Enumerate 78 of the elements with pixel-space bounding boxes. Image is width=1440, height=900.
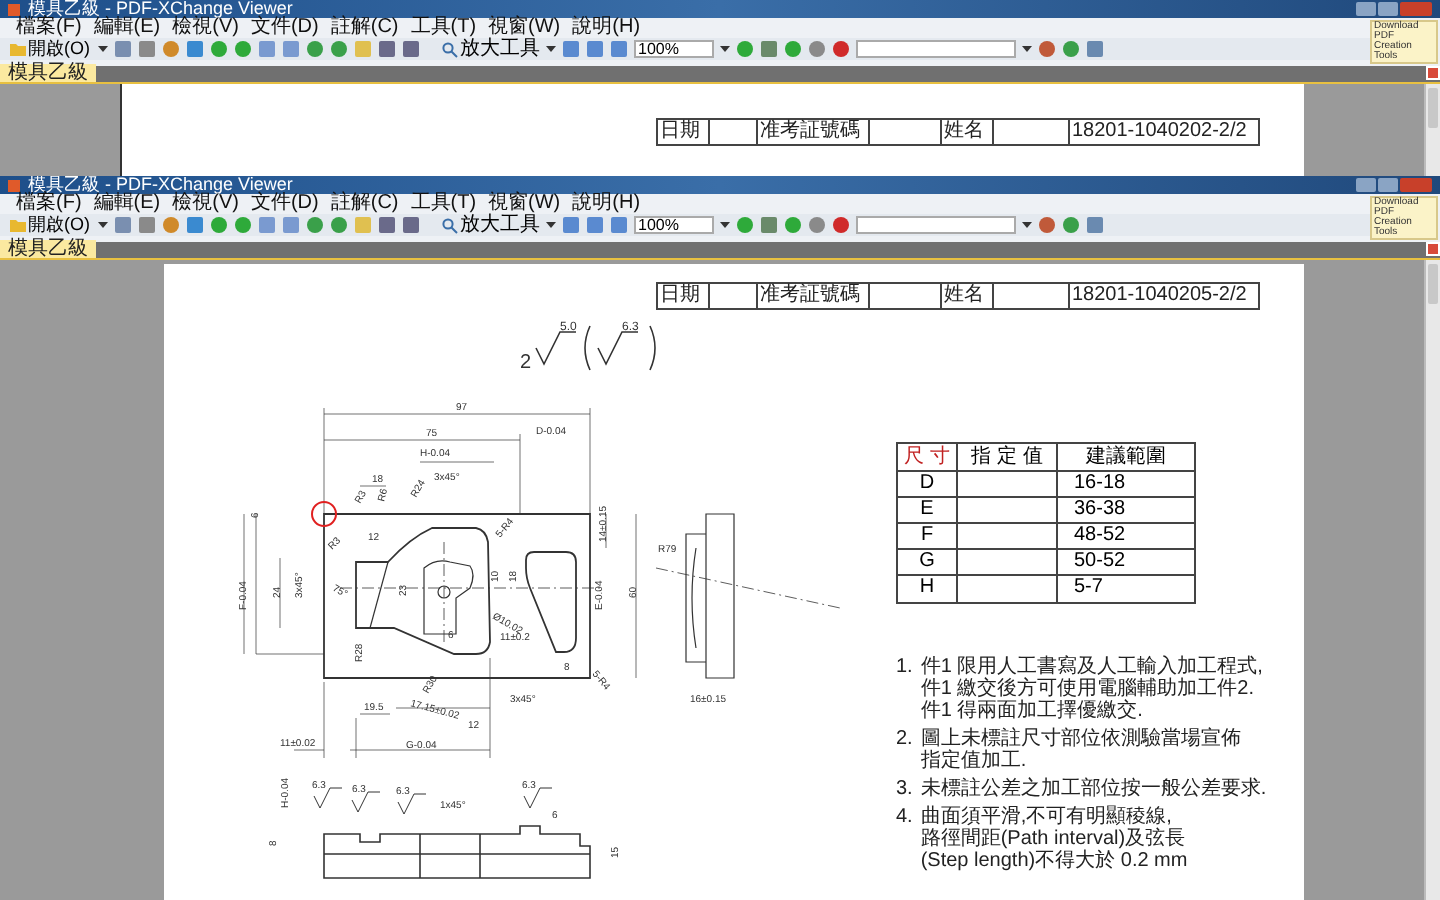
- search-field[interactable]: [856, 40, 1016, 58]
- scroll-thumb[interactable]: [1428, 88, 1438, 128]
- menu-item[interactable]: 說明(H): [572, 18, 641, 38]
- column-header: 指 定 值: [958, 444, 1058, 470]
- caret-icon[interactable]: [720, 222, 730, 228]
- menu-item[interactable]: 文件(D): [250, 194, 319, 214]
- finish-count: 2: [520, 352, 532, 374]
- table-cell: D: [898, 472, 958, 496]
- window-title: 模具乙級 - PDF-XChange Viewer: [28, 0, 293, 18]
- open-button[interactable]: 開啟(O): [8, 39, 92, 59]
- parenthesis-icon: [584, 325, 656, 371]
- close-tab-icon[interactable]: [1426, 66, 1440, 80]
- table-cell: H: [898, 576, 958, 602]
- surface-finish-icon: [597, 331, 639, 366]
- close-tab-icon[interactable]: [1426, 242, 1440, 256]
- window-title: 模具乙級 - PDF-XChange Viewer: [28, 176, 293, 194]
- menu-item[interactable]: 檔案(F): [16, 18, 82, 38]
- folder-icon: [10, 42, 26, 56]
- menu-item[interactable]: 工具(T): [410, 194, 477, 214]
- app-icon: [8, 3, 20, 15]
- table-cell-text: 36-38: [1072, 498, 1128, 522]
- markup-circle: [311, 501, 337, 527]
- header-cell: 姓名: [942, 284, 994, 308]
- scrollbar[interactable]: [1424, 84, 1440, 176]
- table-cell-text: 48-52: [1072, 524, 1128, 548]
- caret-icon[interactable]: [1022, 222, 1032, 228]
- caret-icon[interactable]: [546, 222, 556, 228]
- menu-item[interactable]: 文件(D): [250, 18, 319, 38]
- caret-icon[interactable]: [98, 222, 108, 228]
- document-tab[interactable]: 模具乙級: [0, 240, 96, 258]
- magnifier-icon: [442, 217, 458, 233]
- document-tab[interactable]: 模具乙級: [0, 64, 96, 82]
- menu-item[interactable]: 工具(T): [410, 18, 477, 38]
- folder-icon: [10, 218, 26, 232]
- menu-item[interactable]: 視窗(W): [488, 194, 561, 214]
- menu-item[interactable]: 檢視(V): [172, 194, 239, 214]
- menu-item[interactable]: 檢視(V): [172, 18, 239, 38]
- zoom-field[interactable]: 100%: [634, 40, 714, 58]
- search-field[interactable]: [856, 216, 1016, 234]
- column-header: 建議範圍: [1084, 444, 1168, 470]
- column-header: 尺 寸: [898, 444, 958, 470]
- header-cell: 准考証號碼: [758, 120, 870, 144]
- menu-item[interactable]: 編輯(E): [93, 18, 161, 38]
- note-text: 4. 曲面須平滑,不可有明顯稜線, 路徑間距(Path interval)及弦長 (Step length)不得大於 0.2 mm: [896, 806, 1190, 872]
- menu-item[interactable]: 註解(C): [330, 18, 399, 38]
- header-cell-text: 18201-1040202-2/2: [1070, 120, 1249, 144]
- zoom-tool-button[interactable]: 放大工具: [442, 215, 540, 235]
- note-text: 1. 件1 限用人工書寫及人工輸入加工程式, 件1 繳交後方可使用電腦輔助加工件2. 件1 得兩面加工擇優繳交.: [896, 656, 1265, 722]
- note-text: 3. 未標註公差之加工部位按一般公差要求.: [896, 778, 1269, 800]
- table-cell: G: [898, 550, 958, 574]
- scroll-thumb[interactable]: [1428, 264, 1438, 304]
- scrollbar[interactable]: [1424, 260, 1440, 900]
- table-cell-text: 50-52: [1072, 550, 1128, 574]
- header-cell: 姓名: [942, 120, 994, 144]
- caret-icon[interactable]: [546, 46, 556, 52]
- header-cell: 日期: [658, 120, 710, 144]
- menu-item[interactable]: 編輯(E): [93, 194, 161, 214]
- menu-item[interactable]: 說明(H): [572, 194, 641, 214]
- surface-finish-icon: [535, 331, 577, 366]
- table-cell-text: 16-18: [1072, 472, 1128, 496]
- app-icon: [8, 179, 20, 191]
- menu-item[interactable]: 視窗(W): [488, 18, 561, 38]
- header-cell: 日期: [658, 284, 710, 308]
- table-cell: E: [898, 498, 958, 522]
- menu-item[interactable]: 檔案(F): [16, 194, 82, 214]
- caret-icon[interactable]: [1022, 46, 1032, 52]
- magnifier-icon: [442, 41, 458, 57]
- open-button[interactable]: 開啟(O): [8, 215, 92, 235]
- header-cell-text: 18201-1040205-2/2: [1070, 284, 1249, 308]
- menu-item[interactable]: 註解(C): [330, 194, 399, 214]
- caret-icon[interactable]: [720, 46, 730, 52]
- zoom-tool-button[interactable]: 放大工具: [442, 39, 540, 59]
- table-cell: F: [898, 524, 958, 548]
- note-text: 2. 圖上未標註尺寸部位依測驗當場宣佈 指定值加工.: [896, 728, 1243, 772]
- table-cell-text: 5-7: [1072, 576, 1105, 602]
- header-cell: 准考証號碼: [758, 284, 870, 308]
- caret-icon[interactable]: [98, 46, 108, 52]
- zoom-field[interactable]: 100%: [634, 216, 714, 234]
